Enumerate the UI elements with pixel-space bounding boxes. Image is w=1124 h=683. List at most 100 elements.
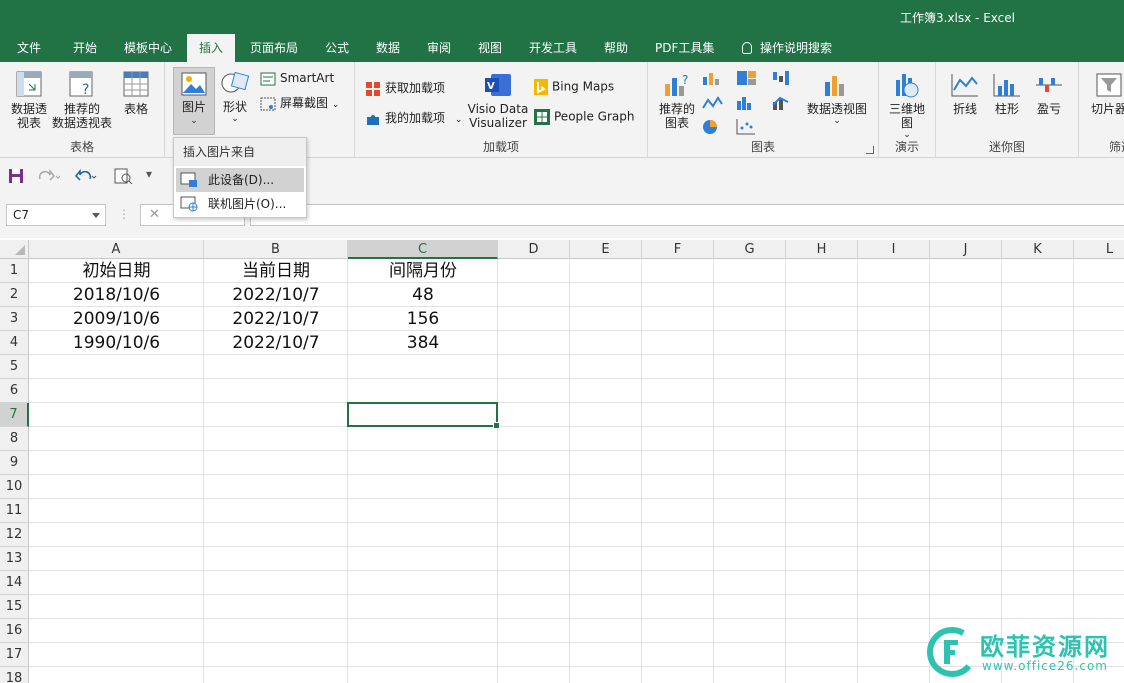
line-chart-icon[interactable] bbox=[702, 95, 724, 111]
row-header-9[interactable]: 9 bbox=[0, 451, 29, 475]
formula-bar-splitter[interactable]: ⋮ bbox=[118, 207, 130, 221]
group-filters: 切片器 筛选 bbox=[1079, 62, 1124, 158]
row-header-14[interactable]: 14 bbox=[0, 571, 29, 595]
column-header-j[interactable]: J bbox=[930, 240, 1002, 259]
active-cell-selection[interactable] bbox=[347, 402, 500, 429]
visio-data-visualizer-button[interactable]: V Visio Data Visualizer bbox=[467, 72, 529, 130]
tab-data[interactable]: 数据 bbox=[376, 34, 400, 62]
row-header-8[interactable]: 8 bbox=[0, 427, 29, 451]
save-icon[interactable] bbox=[8, 168, 24, 184]
undo-icon[interactable] bbox=[74, 168, 98, 184]
tab-template-center[interactable]: 模板中心 bbox=[124, 34, 172, 62]
table-button[interactable]: 表格 bbox=[118, 70, 154, 116]
formula-input[interactable] bbox=[250, 204, 1124, 226]
bing-maps-button[interactable]: Bing Maps bbox=[534, 79, 614, 95]
column-header-a[interactable]: A bbox=[29, 240, 204, 259]
recommended-charts-button[interactable]: ? 推荐的 图表 bbox=[656, 72, 698, 130]
name-box[interactable]: C7 bbox=[6, 204, 106, 226]
row-header-18[interactable]: 18 bbox=[0, 667, 29, 683]
gridline bbox=[857, 259, 858, 683]
column-header-h[interactable]: H bbox=[786, 240, 858, 259]
cell-a3[interactable]: 2009/10/6 bbox=[29, 307, 204, 331]
pivot-chart-button[interactable]: 数据透视图 ⌄ bbox=[803, 72, 871, 126]
sparkline-line-button[interactable]: 折线 bbox=[946, 72, 984, 116]
cell-b2[interactable]: 2022/10/7 bbox=[204, 283, 348, 307]
tab-file[interactable]: 文件 bbox=[17, 34, 41, 62]
row-header-7[interactable]: 7 bbox=[0, 403, 29, 427]
tab-help[interactable]: 帮助 bbox=[604, 34, 628, 62]
recommended-pivot-button[interactable]: ? 推荐的 数据透视表 bbox=[50, 70, 114, 130]
row-header-5[interactable]: 5 bbox=[0, 355, 29, 379]
column-header-f[interactable]: F bbox=[642, 240, 714, 259]
cell-b4[interactable]: 2022/10/7 bbox=[204, 331, 348, 355]
sparkline-column-button[interactable]: 柱形 bbox=[988, 72, 1026, 116]
cell-c2[interactable]: 48 bbox=[348, 283, 498, 307]
row-header-16[interactable]: 16 bbox=[0, 619, 29, 643]
row-header-13[interactable]: 13 bbox=[0, 547, 29, 571]
waterfall-chart-icon[interactable] bbox=[772, 70, 794, 86]
column-header-e[interactable]: E bbox=[570, 240, 642, 259]
row-header-17[interactable]: 17 bbox=[0, 643, 29, 667]
column-header-c[interactable]: C bbox=[348, 240, 498, 259]
print-preview-icon[interactable] bbox=[114, 168, 134, 184]
slicer-button[interactable]: 切片器 bbox=[1087, 72, 1124, 116]
tab-view[interactable]: 视图 bbox=[478, 34, 502, 62]
cell-a2[interactable]: 2018/10/6 bbox=[29, 283, 204, 307]
row-header-4[interactable]: 4 bbox=[0, 331, 29, 355]
sparkline-winloss-icon bbox=[1036, 78, 1062, 92]
tab-formulas[interactable]: 公式 bbox=[325, 34, 349, 62]
menu-item-this-device[interactable]: 此设备(D)... bbox=[176, 168, 304, 192]
scatter-chart-icon[interactable] bbox=[736, 118, 758, 136]
sparkline-winloss-button[interactable]: 盈亏 bbox=[1030, 72, 1068, 116]
tab-pdf-tools[interactable]: PDF工具集 bbox=[655, 34, 714, 62]
cell-a1[interactable]: 初始日期 bbox=[29, 259, 204, 283]
tab-page-layout[interactable]: 页面布局 bbox=[250, 34, 298, 62]
customize-toolbar-icon[interactable]: ▾ bbox=[146, 167, 152, 181]
cell-c1[interactable]: 间隔月份 bbox=[348, 259, 498, 283]
tab-home[interactable]: 开始 bbox=[73, 34, 97, 62]
row-header-15[interactable]: 15 bbox=[0, 595, 29, 619]
tab-review[interactable]: 审阅 bbox=[427, 34, 451, 62]
row-header-2[interactable]: 2 bbox=[0, 283, 29, 307]
row-header-12[interactable]: 12 bbox=[0, 523, 29, 547]
cancel-icon[interactable]: ✕ bbox=[149, 207, 160, 222]
pie-chart-icon[interactable] bbox=[702, 118, 724, 136]
tab-insert[interactable]: 插入 bbox=[187, 34, 236, 62]
column-chart-icon[interactable] bbox=[702, 70, 724, 86]
column-header-g[interactable]: G bbox=[714, 240, 786, 259]
pivot-table-button[interactable]: 数据透 视表 bbox=[6, 70, 52, 130]
shapes-button[interactable]: 形状 ⌄ bbox=[219, 70, 251, 124]
charts-dialog-launcher[interactable] bbox=[866, 146, 874, 154]
row-header-1[interactable]: 1 bbox=[0, 259, 29, 283]
statistic-chart-icon[interactable] bbox=[736, 95, 758, 111]
pictures-button[interactable]: 图片 ⌄ bbox=[173, 67, 215, 135]
screenshot-button[interactable]: 屏幕截图 ⌄ bbox=[260, 94, 339, 111]
get-addins-button[interactable]: 获取加载项 bbox=[365, 79, 445, 97]
tab-developer[interactable]: 开发工具 bbox=[529, 34, 577, 62]
menu-item-online-pictures[interactable]: 联机图片(O)... bbox=[176, 192, 304, 216]
row-header-3[interactable]: 3 bbox=[0, 307, 29, 331]
smartart-button[interactable]: SmartArt bbox=[260, 71, 334, 86]
cell-c3[interactable]: 156 bbox=[348, 307, 498, 331]
redo-icon[interactable] bbox=[36, 168, 60, 184]
3d-map-button[interactable]: 三维地 图 ⌄ bbox=[885, 72, 929, 140]
my-addins-button[interactable]: 我的加载项 ⌄ bbox=[365, 109, 462, 127]
cell-c4[interactable]: 384 bbox=[348, 331, 498, 355]
column-header-b[interactable]: B bbox=[204, 240, 348, 259]
column-header-l[interactable]: L bbox=[1074, 240, 1124, 259]
worksheet-grid[interactable]: A B C D E F G H I J K L 1 2 3 4 5 6 7 8 9 10 11 12 13 14 15 16 17 18 初… bbox=[0, 240, 1124, 683]
row-header-11[interactable]: 11 bbox=[0, 499, 29, 523]
row-header-6[interactable]: 6 bbox=[0, 379, 29, 403]
select-all-button[interactable] bbox=[0, 240, 29, 259]
column-header-d[interactable]: D bbox=[498, 240, 570, 259]
hierarchy-chart-icon[interactable] bbox=[736, 70, 758, 86]
cell-b3[interactable]: 2022/10/7 bbox=[204, 307, 348, 331]
cell-a4[interactable]: 1990/10/6 bbox=[29, 331, 204, 355]
column-header-i[interactable]: I bbox=[858, 240, 930, 259]
cell-b1[interactable]: 当前日期 bbox=[204, 259, 348, 283]
combo-chart-icon[interactable] bbox=[772, 95, 794, 111]
column-header-k[interactable]: K bbox=[1002, 240, 1074, 259]
row-header-10[interactable]: 10 bbox=[0, 475, 29, 499]
people-graph-button[interactable]: People Graph bbox=[534, 109, 635, 125]
tell-me-search[interactable]: 操作说明搜索 bbox=[742, 34, 832, 62]
